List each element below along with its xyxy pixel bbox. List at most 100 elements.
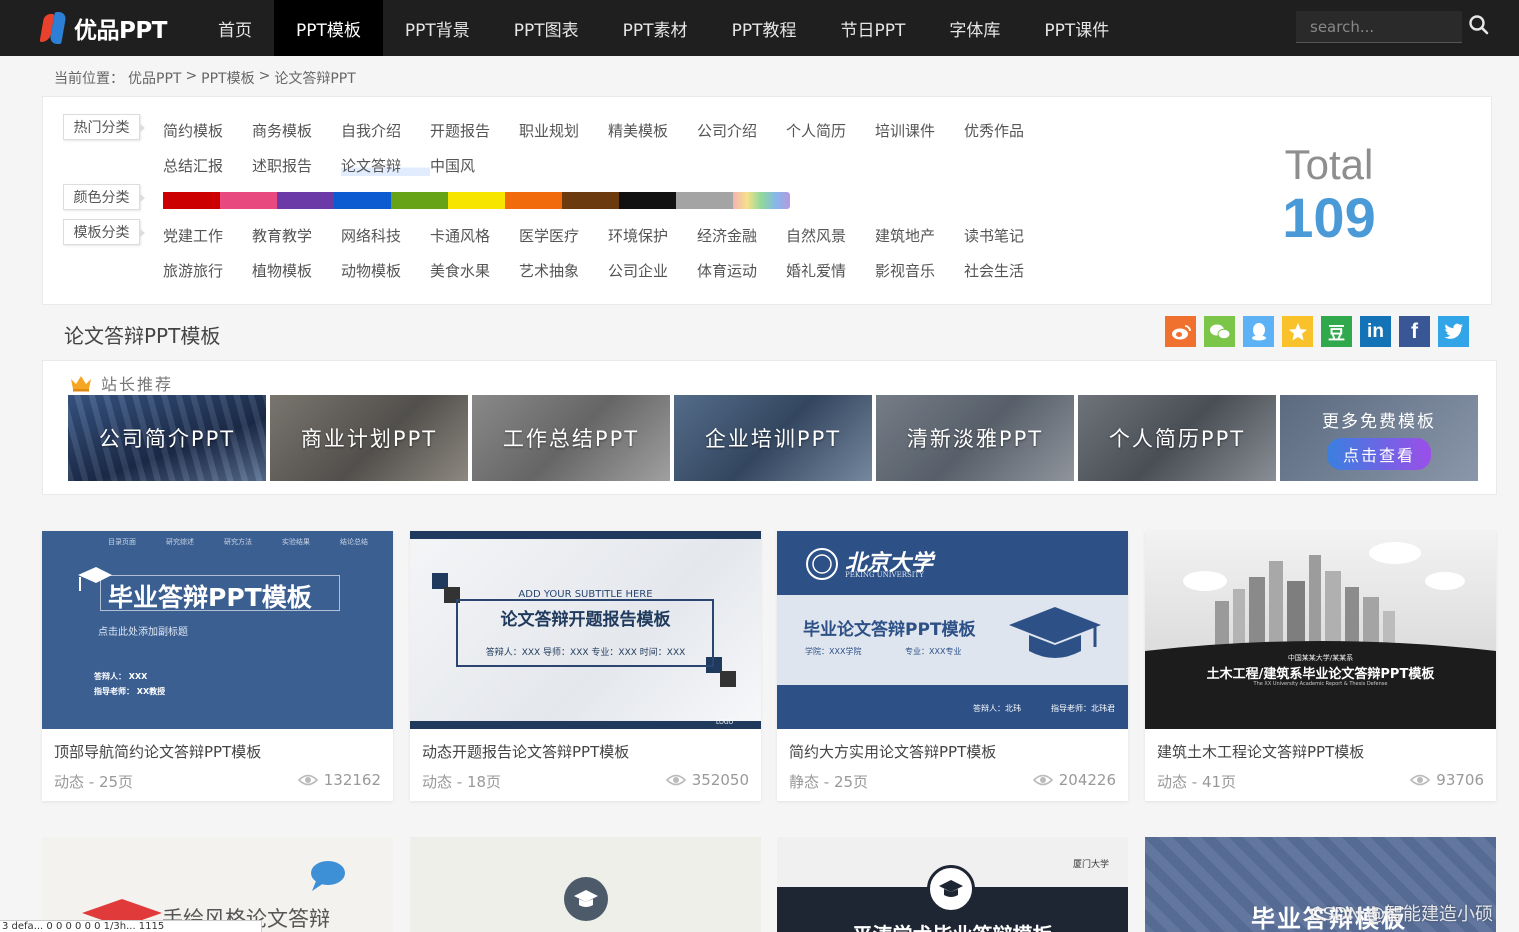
card-meta: 动态 - 18页 xyxy=(422,773,502,791)
category-link[interactable]: 旅游旅行 xyxy=(163,260,252,281)
color-swatch-yellow[interactable] xyxy=(448,192,505,209)
view-more-button[interactable]: 点击查看 xyxy=(1326,437,1431,470)
color-swatch-orange[interactable] xyxy=(505,192,562,209)
recommend-tile[interactable]: 清新淡雅PPT xyxy=(876,395,1074,481)
qq-share-icon[interactable] xyxy=(1243,316,1274,347)
search-button[interactable] xyxy=(1468,14,1494,40)
category-link[interactable]: 总结汇报 xyxy=(163,155,252,176)
qzone-share-icon[interactable] xyxy=(1282,316,1313,347)
wechat-share-icon[interactable] xyxy=(1204,316,1235,347)
category-link[interactable]: 卡通风格 xyxy=(430,225,519,246)
more-templates-tile[interactable]: 更多免费模板 点击查看 xyxy=(1280,395,1478,481)
category-link[interactable]: 党建工作 xyxy=(163,225,252,246)
recommend-tile-label: 个人简历PPT xyxy=(1108,427,1246,451)
site-logo[interactable]: 优品PPT xyxy=(39,8,175,48)
category-link[interactable]: 优秀作品 xyxy=(964,120,1053,141)
nav-item-home[interactable]: 首页 xyxy=(196,0,274,56)
breadcrumb-link-templates[interactable]: PPT模板 xyxy=(201,68,254,88)
category-link[interactable]: 环境保护 xyxy=(608,225,697,246)
category-link[interactable]: 商务模板 xyxy=(252,120,341,141)
template-card[interactable]: 手绘风格论文答辩 xyxy=(42,837,393,932)
thumb-logo: LOGO xyxy=(716,719,734,726)
category-link[interactable]: 中国风 xyxy=(430,155,519,176)
category-link[interactable]: 自然风景 xyxy=(786,225,875,246)
category-link[interactable]: 个人简历 xyxy=(786,120,875,141)
card-meta: 静态 - 25页 xyxy=(789,773,869,791)
template-card[interactable]: ADD YOUR SUBTITLE HERE 论文答辩开题报告模板 答辩人：XX… xyxy=(410,531,761,801)
category-link[interactable]: 开题报告 xyxy=(430,120,519,141)
nav-item-fonts[interactable]: 字体库 xyxy=(927,0,1022,56)
color-swatch-gray[interactable] xyxy=(676,192,733,209)
douban-share-icon[interactable]: 豆 xyxy=(1321,316,1352,347)
color-swatch-blue[interactable] xyxy=(334,192,391,209)
nav-item-ppt-tutorials[interactable]: PPT教程 xyxy=(710,0,819,56)
twitter-share-icon[interactable] xyxy=(1438,316,1469,347)
category-link[interactable]: 美食水果 xyxy=(430,260,519,281)
recommend-tile[interactable]: 企业培训PPT xyxy=(674,395,872,481)
card-title[interactable]: 顶部导航简约论文答辩PPT模板 xyxy=(54,741,261,762)
category-link-current[interactable]: 论文答辩 xyxy=(341,155,430,176)
search-input[interactable] xyxy=(1296,11,1462,42)
category-link[interactable]: 培训课件 xyxy=(875,120,964,141)
category-link[interactable]: 艺术抽象 xyxy=(519,260,608,281)
template-thumbnail[interactable]: 中国某某大学/某某系 土木工程/建筑系毕业论文答辩PPT模板 The XX Un… xyxy=(1145,531,1496,729)
category-link[interactable]: 婚礼爱情 xyxy=(786,260,875,281)
card-title[interactable]: 简约大方实用论文答辩PPT模板 xyxy=(789,741,996,762)
category-link[interactable]: 体育运动 xyxy=(697,260,786,281)
nav-item-ppt-charts[interactable]: PPT图表 xyxy=(492,0,601,56)
category-link[interactable]: 建筑地产 xyxy=(875,225,964,246)
template-card[interactable]: 中国某某大学/某某系 土木工程/建筑系毕业论文答辩PPT模板 The XX Un… xyxy=(1145,531,1496,801)
color-swatch-rainbow[interactable] xyxy=(733,192,790,209)
breadcrumb-current[interactable]: 论文答辩PPT xyxy=(274,68,355,88)
thumb-line: 专业：XXX专业 xyxy=(905,647,962,656)
nav-item-ppt-materials[interactable]: PPT素材 xyxy=(601,0,710,56)
color-swatch-pink[interactable] xyxy=(220,192,277,209)
nav-item-holiday-ppt[interactable]: 节日PPT xyxy=(818,0,927,56)
recommend-tile[interactable]: 个人简历PPT xyxy=(1078,395,1276,481)
category-link[interactable]: 影视音乐 xyxy=(875,260,964,281)
nav-item-ppt-backgrounds[interactable]: PPT背景 xyxy=(383,0,492,56)
template-thumbnail[interactable]: ADD YOUR SUBTITLE HERE 论文答辩开题报告模板 答辩人：XX… xyxy=(410,531,761,729)
category-link[interactable]: 公司企业 xyxy=(608,260,697,281)
category-link[interactable]: 职业规划 xyxy=(519,120,608,141)
nav-item-ppt-templates[interactable]: PPT模板 xyxy=(274,0,383,56)
category-link[interactable]: 动物模板 xyxy=(341,260,430,281)
eye-icon xyxy=(297,774,318,786)
recommend-tile[interactable]: 商业计划PPT xyxy=(270,395,468,481)
card-title[interactable]: 动态开题报告论文答辩PPT模板 xyxy=(422,741,629,762)
category-link[interactable]: 植物模板 xyxy=(252,260,341,281)
nav-item-ppt-courseware[interactable]: PPT课件 xyxy=(1022,0,1131,56)
category-link[interactable]: 自我介绍 xyxy=(341,120,430,141)
template-card[interactable]: 北京大学 PEKING UNIVERSITY 毕业论文答辩PPT模板 学院：XX… xyxy=(777,531,1128,801)
facebook-share-icon[interactable]: f xyxy=(1399,316,1430,347)
category-link[interactable]: 述职报告 xyxy=(252,155,341,176)
color-swatch-red[interactable] xyxy=(163,192,220,209)
template-card[interactable] xyxy=(410,837,761,932)
card-title[interactable]: 建筑土木工程论文答辩PPT模板 xyxy=(1157,741,1364,762)
template-card[interactable]: 目录页面 研究综述 研究方法 实验结果 结论总结 毕业答辩PPT模板 点击此处添… xyxy=(42,531,393,801)
category-link[interactable]: 读书笔记 xyxy=(964,225,1053,246)
color-swatch-green[interactable] xyxy=(391,192,448,209)
breadcrumb-link-home[interactable]: 优品PPT xyxy=(128,68,181,88)
category-link[interactable]: 简约模板 xyxy=(163,120,252,141)
template-thumbnail[interactable]: 目录页面 研究综述 研究方法 实验结果 结论总结 毕业答辩PPT模板 点击此处添… xyxy=(42,531,393,729)
total-value: 109 xyxy=(1282,186,1376,249)
category-link[interactable]: 社会生活 xyxy=(964,260,1053,281)
view-count: 204226 xyxy=(1058,771,1116,789)
recommend-tile[interactable]: 工作总结PPT xyxy=(472,395,670,481)
category-link[interactable]: 医学医疗 xyxy=(519,225,608,246)
category-link[interactable]: 经济金融 xyxy=(697,225,786,246)
category-link[interactable]: 教育教学 xyxy=(252,225,341,246)
linkedin-share-icon[interactable]: in xyxy=(1360,316,1391,347)
color-swatch-brown[interactable] xyxy=(562,192,619,209)
template-card[interactable]: 厦门大学 平涛学术毕业答辩模板 xyxy=(777,837,1128,932)
thumb-tab: 实验结果 xyxy=(282,538,310,546)
category-link[interactable]: 网络科技 xyxy=(341,225,430,246)
weibo-share-icon[interactable] xyxy=(1165,316,1196,347)
category-link[interactable]: 公司介绍 xyxy=(697,120,786,141)
template-thumbnail[interactable]: 北京大学 PEKING UNIVERSITY 毕业论文答辩PPT模板 学院：XX… xyxy=(777,531,1128,729)
color-swatch-purple[interactable] xyxy=(277,192,334,209)
recommend-tile[interactable]: 公司简介PPT xyxy=(68,395,266,481)
category-link[interactable]: 精美模板 xyxy=(608,120,697,141)
color-swatch-black[interactable] xyxy=(619,192,676,209)
